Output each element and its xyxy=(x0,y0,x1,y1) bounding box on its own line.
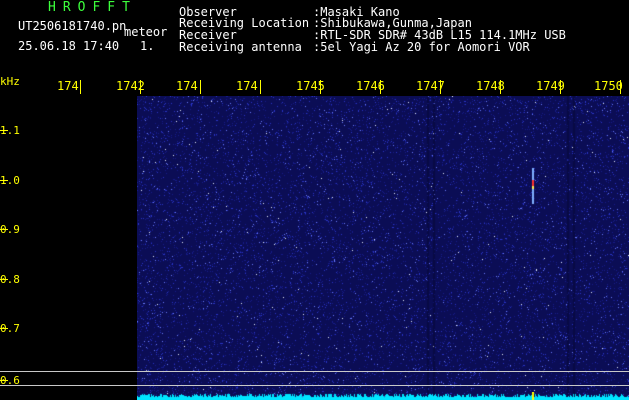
mode-label: meteor xyxy=(124,25,168,39)
freq-tick xyxy=(0,380,8,381)
power-trace xyxy=(137,392,629,400)
time-tick xyxy=(260,80,261,94)
time-label: 1750 xyxy=(594,79,623,93)
time-tick xyxy=(380,80,381,94)
time-tick xyxy=(140,80,141,94)
time-label: 174 xyxy=(236,79,258,93)
time-label: 174 xyxy=(176,79,198,93)
freq-unit-label: kHz xyxy=(0,75,20,88)
freq-tick xyxy=(0,229,8,230)
time-tick xyxy=(320,80,321,94)
freq-tick xyxy=(0,130,8,131)
hrofft-display: HROFFT UT2506181740.pn meteor 25.06.18 1… xyxy=(0,0,629,400)
antenna-label: Receiving antenna xyxy=(179,40,302,54)
antenna-value: :5el Yagi Az 20 for Aomori VOR xyxy=(313,40,530,54)
freq-tick xyxy=(0,180,8,181)
station-code: HROFFT xyxy=(48,0,137,15)
reference-line xyxy=(0,385,629,386)
time-tick xyxy=(620,80,621,94)
filename-label: UT2506181740.pn xyxy=(18,19,127,33)
time-tick xyxy=(560,80,561,94)
time-label: 174 xyxy=(57,79,79,93)
time-tick xyxy=(80,80,81,94)
reference-line xyxy=(0,371,629,372)
time-tick xyxy=(200,80,201,94)
freq-tick xyxy=(0,328,8,329)
spectrogram xyxy=(137,96,629,400)
sequence-label: 1. xyxy=(140,39,155,53)
time-tick xyxy=(500,80,501,94)
datetime-label: 25.06.18 17:40 xyxy=(18,39,120,53)
spectrogram-canvas xyxy=(137,96,629,400)
time-tick xyxy=(440,80,441,94)
freq-tick xyxy=(0,279,8,280)
